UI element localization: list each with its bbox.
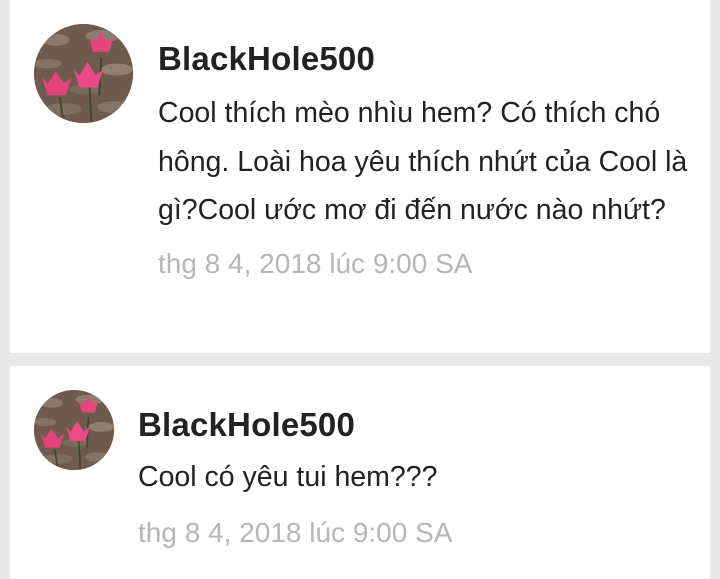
lotus-flowers-avatar-icon [34,24,133,123]
comment-content: BlackHole500 Cool thích mèo nhìu hem? Có… [158,38,690,283]
comment-content: BlackHole500 Cool có yêu tui hem??? thg … [138,404,690,552]
comment-card: BlackHole500 Cool có yêu tui hem??? thg … [10,366,710,579]
avatar[interactable] [34,390,114,470]
comment-timestamp: thg 8 4, 2018 lúc 9:00 SA [158,247,473,279]
comment-text: Cool thích mèo nhìu hem? Có thích chó hô… [158,97,688,226]
comment-card: BlackHole500 Cool thích mèo nhìu hem? Có… [10,0,710,353]
avatar[interactable] [34,24,133,123]
comment-timestamp: thg 8 4, 2018 lúc 9:00 SA [138,516,453,548]
comment-author[interactable]: BlackHole500 [158,38,690,80]
comment-text: Cool có yêu tui hem??? [138,461,438,493]
comment-author[interactable]: BlackHole500 [138,404,690,446]
lotus-flowers-avatar-icon [34,390,114,470]
